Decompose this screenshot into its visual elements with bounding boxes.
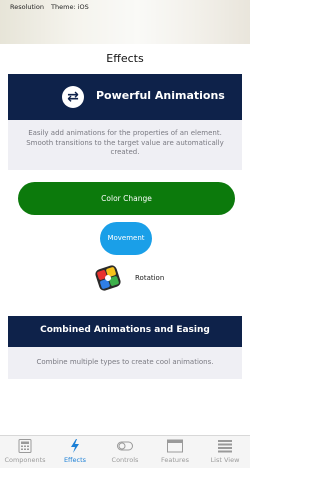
swap-arrows-icon: ⇄: [62, 86, 84, 108]
top-bar: Resolution Theme: iOS: [0, 0, 250, 44]
tab-label: Controls: [111, 456, 139, 464]
tab-components[interactable]: Components: [0, 436, 50, 468]
rotation-app-icon[interactable]: [95, 265, 121, 291]
movement-button[interactable]: Movement: [100, 222, 152, 255]
resolution-link[interactable]: Resolution: [10, 3, 44, 11]
tab-list-view[interactable]: List View: [200, 436, 250, 468]
section-header-combined-animations: Combined Animations and Easing: [8, 316, 242, 347]
page-title: Effects: [106, 52, 144, 65]
tab-features[interactable]: Features: [150, 436, 200, 468]
tab-controls[interactable]: Controls: [100, 436, 150, 468]
toggle-icon: [117, 441, 133, 451]
tab-label: Components: [4, 456, 46, 464]
section-title: Combined Animations and Easing: [40, 325, 210, 335]
description-text: Easily add animations for the properties…: [26, 129, 224, 156]
calculator-icon: [18, 439, 32, 453]
section-description: Combine multiple types to create cool an…: [8, 347, 242, 379]
color-change-button[interactable]: Color Change: [18, 182, 235, 215]
tab-label: Features: [161, 456, 189, 464]
list-icon: [218, 440, 232, 453]
section-description: Easily add animations for the properties…: [8, 120, 242, 170]
description-text: Combine multiple types to create cool an…: [36, 358, 214, 366]
tab-label: Effects: [63, 456, 87, 464]
window-icon: [167, 439, 183, 453]
section-header-powerful-animations: ⇄ Powerful Animations: [8, 74, 242, 120]
section-title: Powerful Animations: [96, 89, 225, 102]
tab-label: List View: [210, 456, 240, 464]
lightning-icon: [71, 439, 79, 453]
theme-link[interactable]: Theme: iOS: [51, 3, 89, 11]
tab-bar: Components Effects Controls Features Lis…: [0, 435, 250, 468]
tab-effects[interactable]: Effects: [50, 436, 100, 468]
status-bar: Resolution Theme: iOS: [10, 3, 94, 11]
rotation-label: Rotation: [135, 274, 165, 282]
